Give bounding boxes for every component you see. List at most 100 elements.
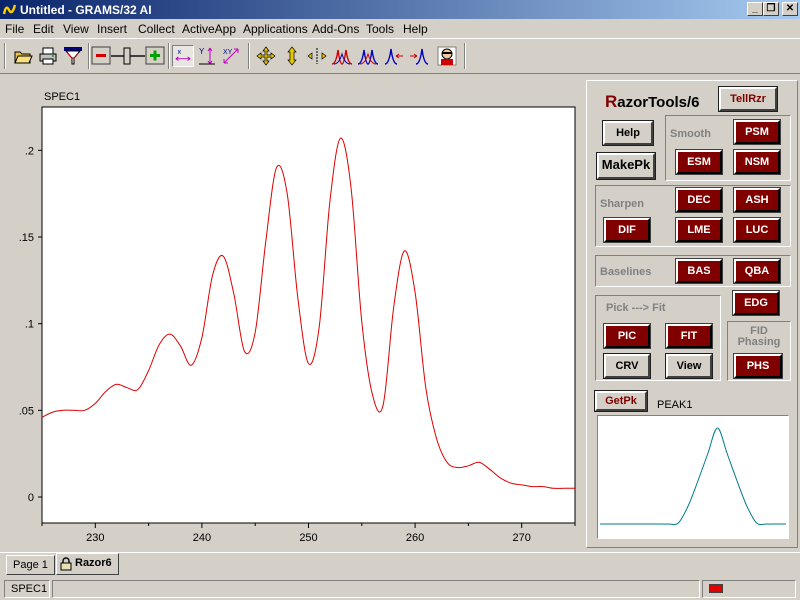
bas-button[interactable]: BAS (675, 258, 723, 284)
spectrum-name: SPEC1 (44, 91, 80, 103)
x-tick-label: 260 (406, 532, 424, 544)
status-message (52, 580, 700, 598)
menu-edit[interactable]: Edit (33, 22, 54, 36)
smooth-group: Smooth PSM ESM NSM (665, 115, 791, 181)
spectrum-chart[interactable]: SPEC1 0 .05 .1 .15 .2 230 240 250 260 270 (4, 80, 582, 548)
crv-button[interactable]: CRV (603, 353, 651, 379)
fid-phasing-group: FID Phasing PHS (727, 321, 791, 381)
menu-activeapp[interactable]: ActiveApp (182, 22, 236, 36)
expand-y-icon[interactable]: Y (196, 45, 218, 67)
tab-page-1[interactable]: Page 1 (6, 555, 55, 575)
view-button[interactable]: View (665, 353, 713, 379)
zoom-slider[interactable] (91, 45, 165, 67)
cursor-x-icon[interactable]: x (172, 45, 194, 67)
peak-name-label: PEAK1 (657, 399, 693, 411)
baselines-group: Baselines BAS QBA (595, 255, 791, 287)
x-axis: 230 240 250 260 270 (41, 523, 576, 544)
getpk-button[interactable]: GetPk (594, 390, 648, 412)
tab-razor6[interactable]: Razor6 (56, 553, 119, 575)
esm-button[interactable]: ESM (675, 149, 723, 175)
y-tick-label: .1 (25, 319, 34, 331)
dif-button[interactable]: DIF (603, 217, 651, 243)
lme-button[interactable]: LME (675, 217, 723, 243)
x-tick-label: 240 (193, 532, 211, 544)
fit-button[interactable]: FIT (665, 323, 713, 349)
dec-button[interactable]: DEC (675, 187, 723, 213)
y-tick-label: .2 (25, 145, 34, 157)
x-tick-label: 270 (513, 532, 531, 544)
menu-view[interactable]: View (63, 22, 89, 36)
expand-xy-icon[interactable]: XY (220, 45, 242, 67)
workspace: SPEC1 0 .05 .1 .15 .2 230 240 250 260 270 RazorT… (0, 76, 800, 550)
ash-button[interactable]: ASH (733, 187, 781, 213)
help-button[interactable]: Help (602, 120, 654, 146)
menu-addons[interactable]: Add-Ons (312, 22, 359, 36)
menu-file[interactable]: File (5, 22, 24, 36)
close-button[interactable]: ✕ (782, 2, 798, 16)
sharpen-label: Sharpen (600, 198, 645, 210)
open-folder-icon[interactable] (12, 45, 34, 67)
peak-preview-window[interactable] (597, 415, 789, 539)
horizontal-arrows-icon[interactable] (306, 45, 328, 67)
restore-button[interactable]: ❐ (763, 2, 779, 16)
qba-button[interactable]: QBA (733, 258, 781, 284)
phs-button[interactable]: PHS (733, 353, 783, 379)
sharpen-group: Sharpen DEC ASH DIF LME LUC (595, 185, 791, 247)
pick-fit-label: Pick ---> Fit (606, 302, 666, 314)
user-icon[interactable] (436, 45, 458, 67)
menu-collect[interactable]: Collect (138, 22, 175, 36)
spectrum-plot-window[interactable]: SPEC1 0 .05 .1 .15 .2 230 240 250 260 270 (4, 80, 582, 548)
toolbar-separator (168, 43, 170, 69)
peak-right-icon[interactable] (408, 45, 430, 67)
razortools-title: RazorTools/6 (605, 92, 700, 112)
menu-insert[interactable]: Insert (97, 22, 127, 36)
status-spectrum-name: SPEC1 (4, 580, 50, 598)
psm-button[interactable]: PSM (733, 119, 781, 145)
edg-button[interactable]: EDG (732, 290, 780, 316)
peak-preview-chart (599, 427, 786, 526)
y-axis: 0 .05 .1 .15 .2 (19, 145, 42, 504)
y-tick-label: .05 (19, 405, 34, 417)
plot-area[interactable] (41, 106, 576, 524)
luc-button[interactable]: LUC (733, 217, 781, 243)
pic-button[interactable]: PIC (603, 323, 651, 349)
title-bar: Untitled - GRAMS/32 AI _ ❐ ✕ (0, 0, 800, 19)
tab-razor6-label: Razor6 (75, 557, 112, 569)
status-indicator-led (709, 584, 723, 593)
y-tick-label: .15 (19, 232, 34, 244)
menu-help[interactable]: Help (403, 22, 428, 36)
lock-icon (60, 557, 72, 571)
smooth-label: Smooth (670, 128, 711, 140)
x-tick-label: 250 (299, 532, 317, 544)
vertical-arrow-icon[interactable] (281, 45, 303, 67)
menu-tools[interactable]: Tools (366, 22, 394, 36)
toolbar-separator (248, 43, 250, 69)
funnel-icon[interactable] (62, 45, 84, 67)
peaks-icon[interactable] (331, 45, 353, 67)
grams-app-icon[interactable] (2, 2, 17, 17)
peak-line (599, 427, 786, 526)
baselines-label: Baselines (600, 266, 652, 278)
status-indicator-cell (702, 580, 796, 598)
x-tick-label: 230 (86, 532, 104, 544)
peaks-merge-icon[interactable] (357, 45, 379, 67)
peak-left-icon[interactable] (383, 45, 405, 67)
menu-bar: File Edit View Insert Collect ActiveApp … (0, 19, 800, 38)
nsm-button[interactable]: NSM (733, 149, 781, 175)
page-tab-strip: Page 1 Razor6 (0, 552, 800, 576)
status-bar: SPEC1 (0, 578, 800, 600)
toolbar-separator (464, 43, 466, 69)
phasing-label: Phasing (737, 336, 781, 348)
minimize-button[interactable]: _ (747, 2, 763, 16)
makepk-button[interactable]: MakePk (596, 152, 656, 180)
toolbar: x Y XY (0, 38, 800, 74)
toolbar-separator (88, 43, 90, 69)
svg-text:Y: Y (199, 47, 205, 56)
move-icon[interactable] (255, 45, 277, 67)
svg-text:x: x (178, 47, 182, 56)
print-icon[interactable] (37, 45, 59, 67)
menu-applications[interactable]: Applications (243, 22, 308, 36)
y-tick-label: 0 (28, 492, 34, 504)
tellrzr-button[interactable]: TellRzr (718, 86, 778, 112)
window-title: Untitled - GRAMS/32 AI (20, 3, 152, 17)
